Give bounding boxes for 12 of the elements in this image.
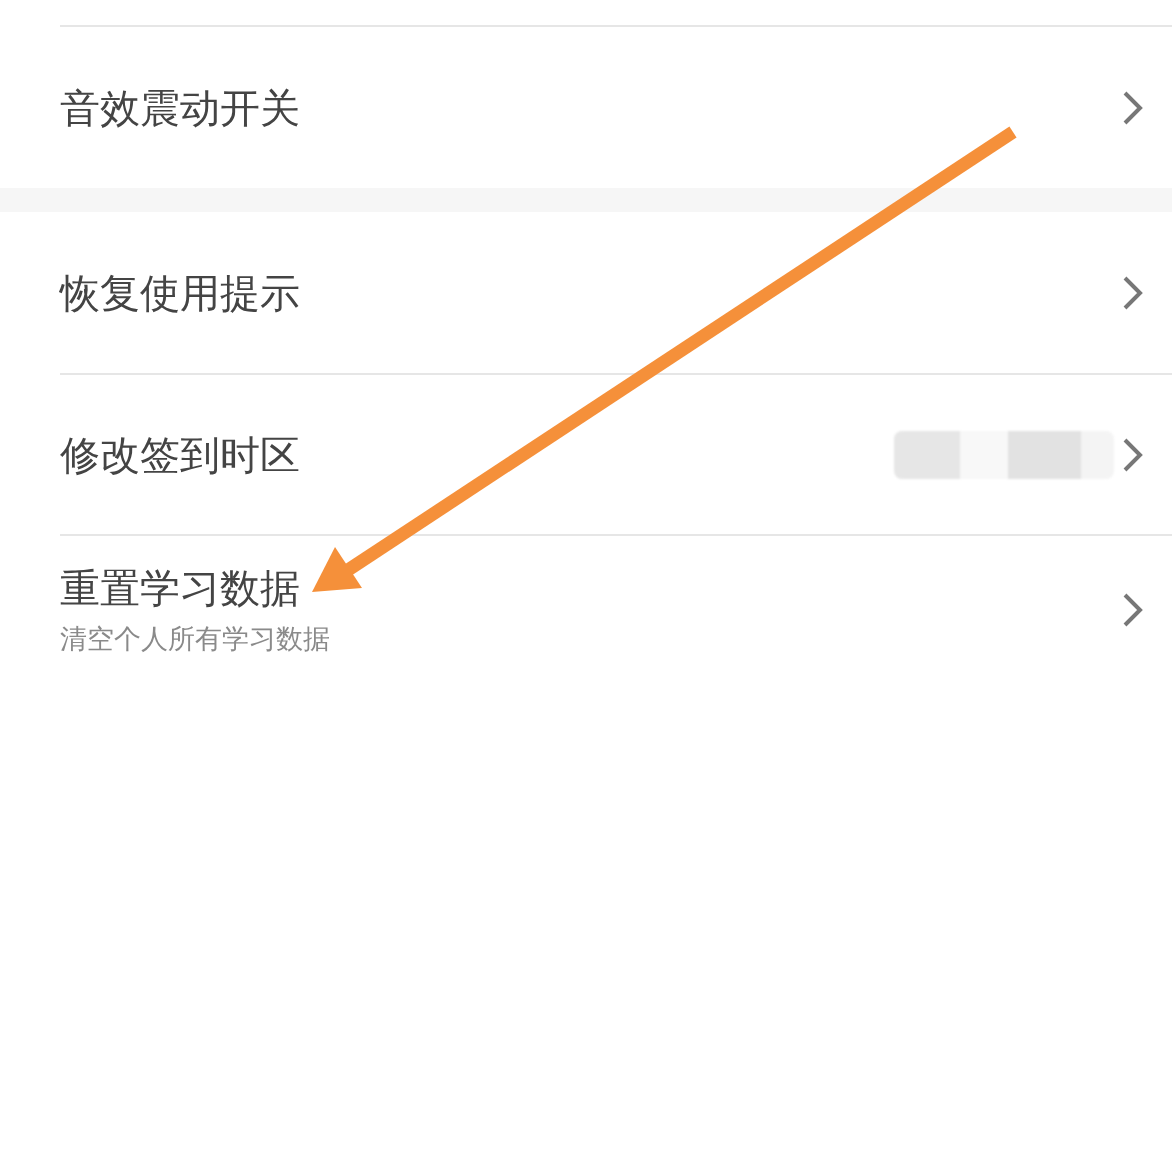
row-title: 音效震动开关	[60, 85, 300, 130]
row-title: 恢复使用提示	[60, 270, 300, 315]
chevron-icon	[1122, 592, 1144, 628]
row-title: 修改签到时区	[60, 432, 300, 477]
chevron-icon	[1122, 436, 1144, 473]
row-title: 重置学习数据	[60, 566, 301, 611]
settings-row[interactable]: 修改签到时区	[60, 373, 1172, 534]
row-subtitle: 清空个人所有学习数据	[60, 624, 330, 654]
chevron-icon	[1122, 89, 1144, 126]
settings-row[interactable]: 音效震动开关	[60, 27, 1172, 188]
chevron-icon	[1122, 274, 1144, 311]
settings-row[interactable]: 恢复使用提示	[60, 212, 1172, 373]
